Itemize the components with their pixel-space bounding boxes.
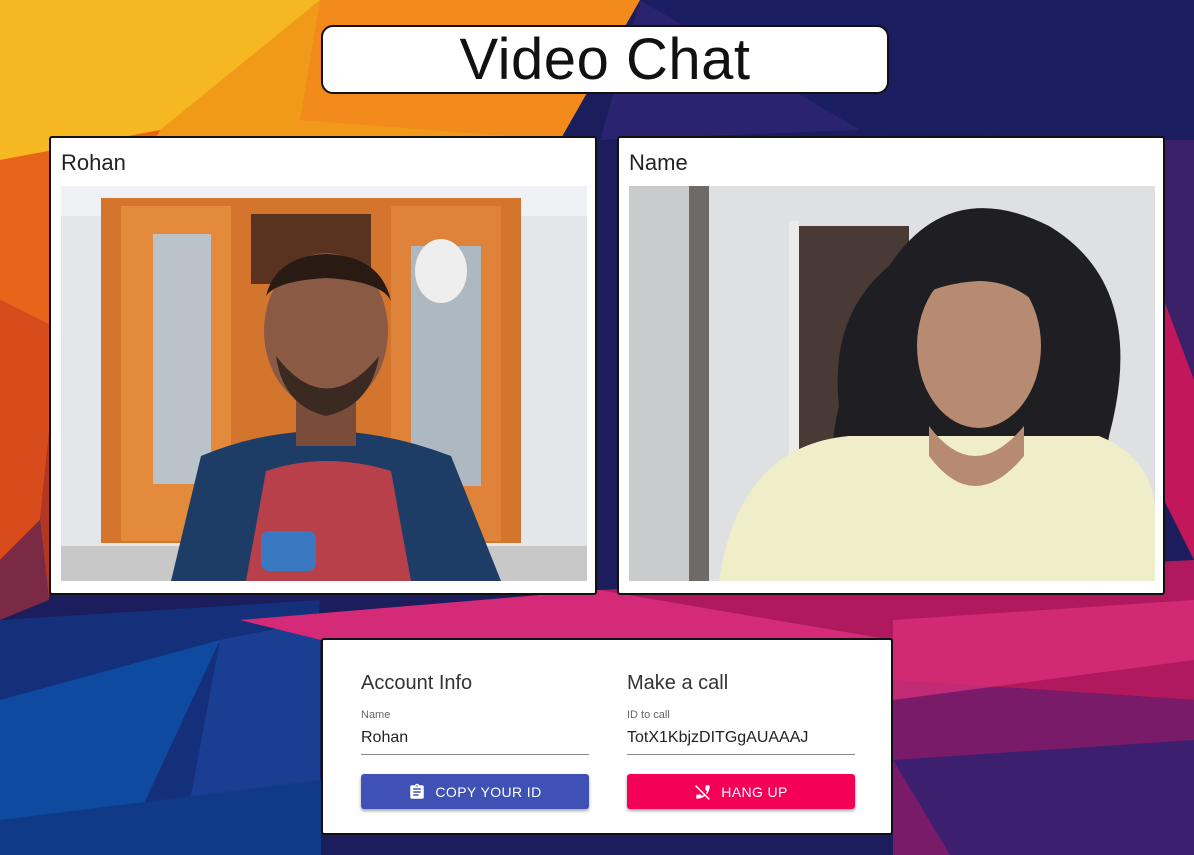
- app-title: Video Chat: [459, 27, 751, 92]
- make-call-heading: Make a call: [627, 672, 729, 694]
- hang-up-button[interactable]: HANG UP: [627, 774, 855, 809]
- controls-panel: Account Info Name COPY YOUR ID Make a ca…: [321, 638, 893, 835]
- hang-up-button-label: HANG UP: [721, 783, 788, 800]
- copy-id-button-label: COPY YOUR ID: [435, 783, 542, 800]
- local-video-card: Rohan: [49, 136, 597, 595]
- remote-video-feed: [629, 186, 1155, 581]
- remote-video-name: Name: [629, 150, 688, 175]
- local-video-name: Rohan: [61, 150, 126, 175]
- copy-id-button[interactable]: COPY YOUR ID: [361, 774, 589, 809]
- remote-video: [629, 186, 1155, 581]
- remote-video-card: Name: [617, 136, 1165, 595]
- name-field-label: Name: [361, 709, 391, 721]
- local-video-feed: [61, 186, 587, 581]
- make-call-section: Make a call ID to call HANG UP: [627, 672, 855, 809]
- account-info-section: Account Info Name COPY YOUR ID: [361, 672, 589, 809]
- id-to-call-input[interactable]: [627, 724, 855, 755]
- clipboard-icon: [410, 783, 425, 799]
- id-to-call-label: ID to call: [627, 709, 670, 721]
- account-info-heading: Account Info: [361, 672, 473, 694]
- phone-disabled-icon: [695, 784, 711, 800]
- local-video: [61, 186, 587, 581]
- title-banner: Video Chat: [321, 25, 889, 94]
- name-input[interactable]: [361, 724, 589, 755]
